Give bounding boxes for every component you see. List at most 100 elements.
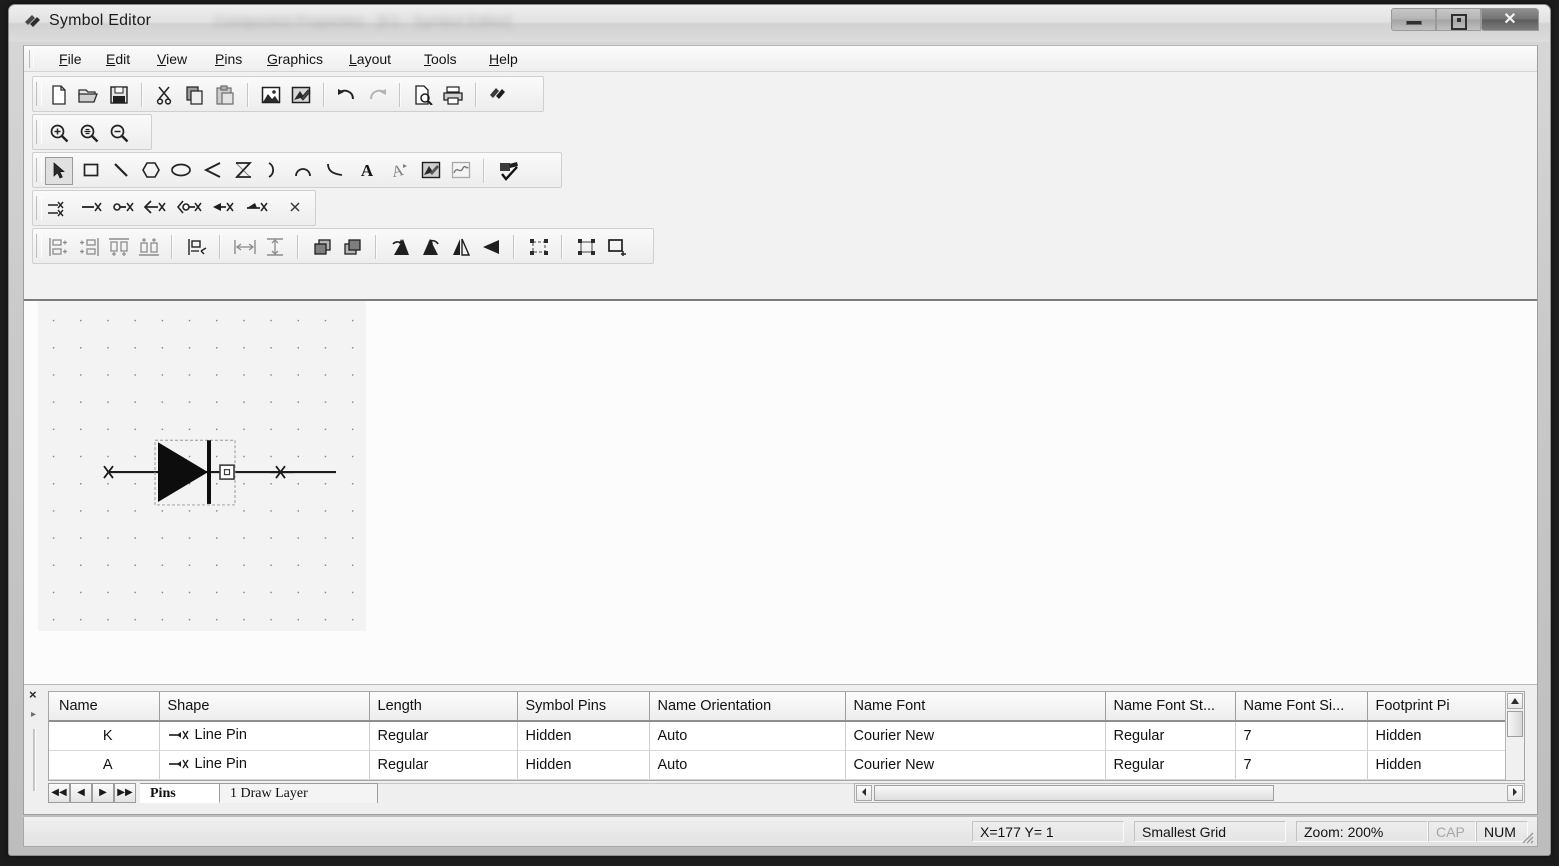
polygon-icon[interactable] — [137, 157, 165, 185]
align-left-icon[interactable] — [45, 233, 73, 261]
ellipse-icon[interactable] — [167, 157, 195, 185]
align-bottom-icon[interactable] — [135, 233, 163, 261]
redo-icon[interactable] — [363, 81, 391, 109]
tab-draw-layer[interactable]: 1 Draw Layer — [220, 783, 378, 803]
menu-tools[interactable]: Tools — [417, 50, 464, 69]
close-button[interactable]: ✕ — [1481, 8, 1539, 31]
resize-grip[interactable] — [1520, 830, 1534, 844]
flip-vertical-icon[interactable] — [477, 233, 505, 261]
align-top-icon[interactable] — [105, 233, 133, 261]
menu-graphics[interactable]: Graphics — [260, 50, 330, 69]
group-icon[interactable] — [525, 233, 553, 261]
print-preview-icon[interactable] — [409, 81, 437, 109]
rotated-text-icon[interactable]: A — [385, 157, 413, 185]
arrow-pin-icon[interactable] — [143, 195, 171, 223]
scissors-cut-icon[interactable] — [151, 81, 179, 109]
toolbar-grip[interactable] — [36, 82, 42, 106]
edit-image-icon[interactable] — [287, 81, 315, 109]
paste-icon[interactable] — [211, 81, 239, 109]
first-record-button[interactable]: ◀◀ — [48, 783, 70, 803]
zoom-fit-icon[interactable] — [75, 119, 103, 147]
space-horizontal-icon[interactable] — [231, 233, 259, 261]
minimize-button[interactable] — [1391, 8, 1436, 31]
arc-icon[interactable] — [259, 157, 287, 185]
toolbar-grip[interactable] — [36, 120, 42, 144]
table-row[interactable]: K Line Pin Regular Hidden Auto Courier N… — [49, 721, 1508, 751]
col-shape[interactable]: Shape — [159, 692, 370, 722]
text-icon[interactable]: A — [353, 157, 381, 185]
scroll-up-icon[interactable] — [1507, 693, 1523, 709]
wedge-pin-icon[interactable] — [211, 195, 239, 223]
picture-icon[interactable] — [417, 157, 445, 185]
grid-vertical-scrollbar[interactable] — [1505, 692, 1524, 780]
bring-to-front-icon[interactable] — [309, 233, 337, 261]
dot-arrow-pin-icon[interactable] — [177, 195, 205, 223]
send-to-back-icon[interactable] — [339, 233, 367, 261]
horizontal-scroll-thumb[interactable] — [874, 785, 1274, 801]
flip-horizontal-icon[interactable] — [447, 233, 475, 261]
last-record-button[interactable]: ▶▶ — [114, 783, 136, 803]
menu-layout[interactable]: Layout — [342, 50, 398, 69]
pin-grid[interactable]: Name Shape Length Symbol Pins Name Orien… — [48, 691, 1525, 781]
col-name-orientation[interactable]: Name Orientation — [649, 692, 846, 722]
rotate-right-icon[interactable] — [417, 233, 445, 261]
align-to-grid-icon[interactable] — [183, 233, 211, 261]
toolbar-grip[interactable] — [36, 158, 42, 182]
rotate-left-icon[interactable] — [387, 233, 415, 261]
about-icon[interactable] — [485, 81, 513, 109]
col-length[interactable]: Length — [369, 692, 518, 722]
title-bar[interactable]: Symbol Editor Component Properties - [K1… — [9, 5, 1550, 42]
vertical-scroll-thumb[interactable] — [1507, 711, 1523, 737]
space-vertical-icon[interactable] — [261, 233, 289, 261]
multi-pin-icon[interactable] — [45, 195, 73, 223]
dot-pin-icon[interactable] — [111, 195, 139, 223]
menu-view[interactable]: View — [150, 50, 194, 69]
short-pin-icon[interactable] — [281, 195, 309, 223]
save-disk-icon[interactable] — [105, 81, 133, 109]
line-pin-icon[interactable] — [79, 195, 107, 223]
panel-close-button[interactable]: × — [29, 688, 37, 701]
symbol-canvas[interactable] — [24, 299, 1537, 684]
toolbar-grip[interactable] — [36, 234, 42, 258]
next-record-button[interactable]: ▶ — [92, 783, 114, 803]
plot-icon[interactable] — [447, 157, 475, 185]
menu-file[interactable]: File — [52, 50, 89, 69]
scroll-left-icon[interactable] — [856, 785, 872, 801]
copy-icon[interactable] — [181, 81, 209, 109]
scroll-right-icon[interactable] — [1507, 785, 1523, 801]
col-symbol-pins[interactable]: Symbol Pins — [517, 692, 650, 722]
resize-icon[interactable] — [603, 233, 631, 261]
panel-expand-button[interactable]: ▸ — [31, 709, 36, 720]
toolbar-grip[interactable] — [36, 196, 42, 220]
prev-record-button[interactable]: ◀ — [70, 783, 92, 803]
curve-icon[interactable] — [321, 157, 349, 185]
diode-symbol[interactable] — [24, 301, 1537, 684]
new-file-icon[interactable] — [45, 81, 73, 109]
undo-icon[interactable] — [333, 81, 361, 109]
align-right-icon[interactable] — [75, 233, 103, 261]
polyline-icon[interactable] — [199, 157, 227, 185]
print-icon[interactable] — [439, 81, 467, 109]
zoom-in-icon[interactable] — [45, 119, 73, 147]
menubar-grip[interactable] — [29, 50, 34, 68]
col-footprint-pins[interactable]: Footprint Pi — [1367, 692, 1508, 722]
open-folder-icon[interactable] — [75, 81, 103, 109]
arc-alt-icon[interactable] — [289, 157, 317, 185]
insert-image-icon[interactable] — [257, 81, 285, 109]
flag-pin-icon[interactable] — [245, 195, 273, 223]
col-name-font-style[interactable]: Name Font St... — [1105, 692, 1236, 722]
menu-edit[interactable]: Edit — [99, 50, 137, 69]
grid-horizontal-scrollbar[interactable] — [854, 783, 1525, 803]
menu-help[interactable]: Help — [482, 50, 525, 69]
table-row[interactable]: A Line Pin Regular Hidden Auto Courier N… — [49, 750, 1508, 780]
col-name-font[interactable]: Name Font — [845, 692, 1106, 722]
menu-pins[interactable]: Pins — [208, 50, 249, 69]
col-name-font-size[interactable]: Name Font Si... — [1235, 692, 1368, 722]
ungroup-icon[interactable] — [573, 233, 601, 261]
tab-pins[interactable]: Pins — [140, 783, 220, 803]
zoom-out-icon[interactable] — [105, 119, 133, 147]
maximize-button[interactable] — [1436, 8, 1481, 31]
bezier-icon[interactable] — [229, 157, 257, 185]
line-icon[interactable] — [107, 157, 135, 185]
col-name[interactable]: Name — [49, 692, 160, 722]
